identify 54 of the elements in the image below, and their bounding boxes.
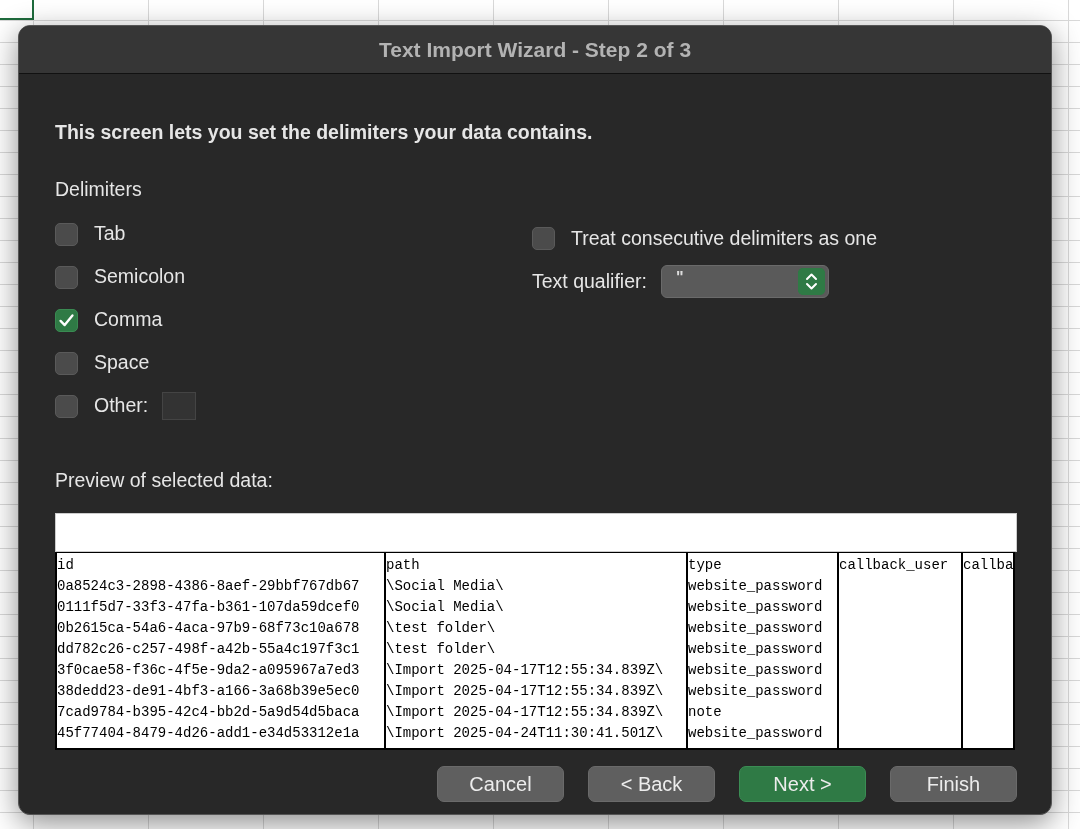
checkbox-label: Comma — [94, 307, 163, 333]
checkbox-label: Semicolon — [94, 264, 186, 290]
checkbox[interactable] — [532, 227, 555, 250]
checkbox[interactable] — [55, 308, 78, 332]
input-field[interactable] — [162, 392, 197, 420]
selected-cell-border — [0, 0, 34, 20]
table-cell-text: 7cad9784-b395-42c4-bb2d-5a9d54d5baca — [57, 702, 360, 722]
checkbox[interactable] — [55, 265, 78, 289]
checkbox-label: Treat consecutive delimiters as one — [571, 225, 877, 251]
table-cell-text: website_password — [689, 639, 823, 659]
table-cell-text: \Import 2025-04-24T11:30:41.501Z\ — [387, 723, 664, 743]
column-header: path — [387, 555, 420, 575]
checkbox-label: Tab — [94, 221, 126, 247]
table-cell-text: \Social Media\ — [387, 576, 504, 596]
chevron-up-down-icon — [797, 268, 825, 295]
table-cell-text: \Social Media\ — [387, 597, 504, 617]
column-header: id — [57, 555, 74, 575]
wizard-button[interactable]: < Back — [588, 765, 715, 802]
wizard-button[interactable]: Cancel — [437, 765, 564, 802]
table-cell-text: website_password — [689, 723, 823, 743]
table-cell-text: 38dedd23-de91-4bf3-a166-3a68b39e5ec0 — [57, 681, 360, 701]
table-cell-text: 45f77404-8479-4d26-add1-e34d53312e1a — [57, 723, 360, 743]
checkbox[interactable] — [55, 222, 78, 246]
preview-label: Preview of selected data: — [55, 467, 274, 493]
field-label: Text qualifier: — [532, 268, 647, 294]
column-header: callback_user — [840, 555, 949, 575]
table-cell-text: 0a8524c3-2898-4386-8aef-29bbf767db67 — [57, 576, 360, 596]
wizard-button[interactable]: Next > — [739, 765, 866, 802]
table-cell-text: note — [689, 702, 722, 722]
table-cell-text: 0111f5d7-33f3-47fa-b361-107da59dcef0 — [57, 597, 360, 617]
table-cell-text: website_password — [689, 660, 823, 680]
text-qualifier-select[interactable]: " — [660, 265, 829, 298]
table-cell-text: \test folder\ — [387, 639, 496, 659]
section-label: Delimiters — [55, 177, 143, 203]
column-header: callba — [964, 555, 1013, 575]
instruction-text: This screen lets you set the delimiters your data contains. — [55, 120, 594, 145]
table-cell-text: website_password — [689, 681, 823, 701]
table-cell-text: \Import 2025-04-17T12:55:34.839Z\ — [387, 681, 664, 701]
table-cell-text: website_password — [689, 597, 823, 617]
table-cell-text: 3f0cae58-f36c-4f5e-9da2-a095967a7ed3 — [57, 660, 360, 680]
window-title: Text Import Wizard - Step 2 of 3 — [378, 36, 692, 63]
table-cell-text: 0b2615ca-54a6-4aca-97b9-68f73c10a678 — [57, 618, 360, 638]
column-header: type — [689, 555, 722, 575]
table-cell-text: \Import 2025-04-17T12:55:34.839Z\ — [387, 660, 664, 680]
checkbox-label: Other: — [94, 393, 149, 419]
wizard-button[interactable]: Finish — [890, 765, 1017, 802]
checkbox[interactable] — [55, 351, 78, 375]
table-cell-text: \Import 2025-04-17T12:55:34.839Z\ — [387, 702, 664, 722]
table-cell-text: website_password — [689, 618, 823, 638]
table-cell-text: \test folder\ — [387, 618, 496, 638]
table-cell-text: website_password — [689, 576, 823, 596]
checkbox-label: Space — [94, 350, 150, 376]
table-cell-text: dd782c26-c257-498f-a42b-55a4c197f3c1 — [57, 639, 360, 659]
checkbox[interactable] — [55, 394, 78, 418]
